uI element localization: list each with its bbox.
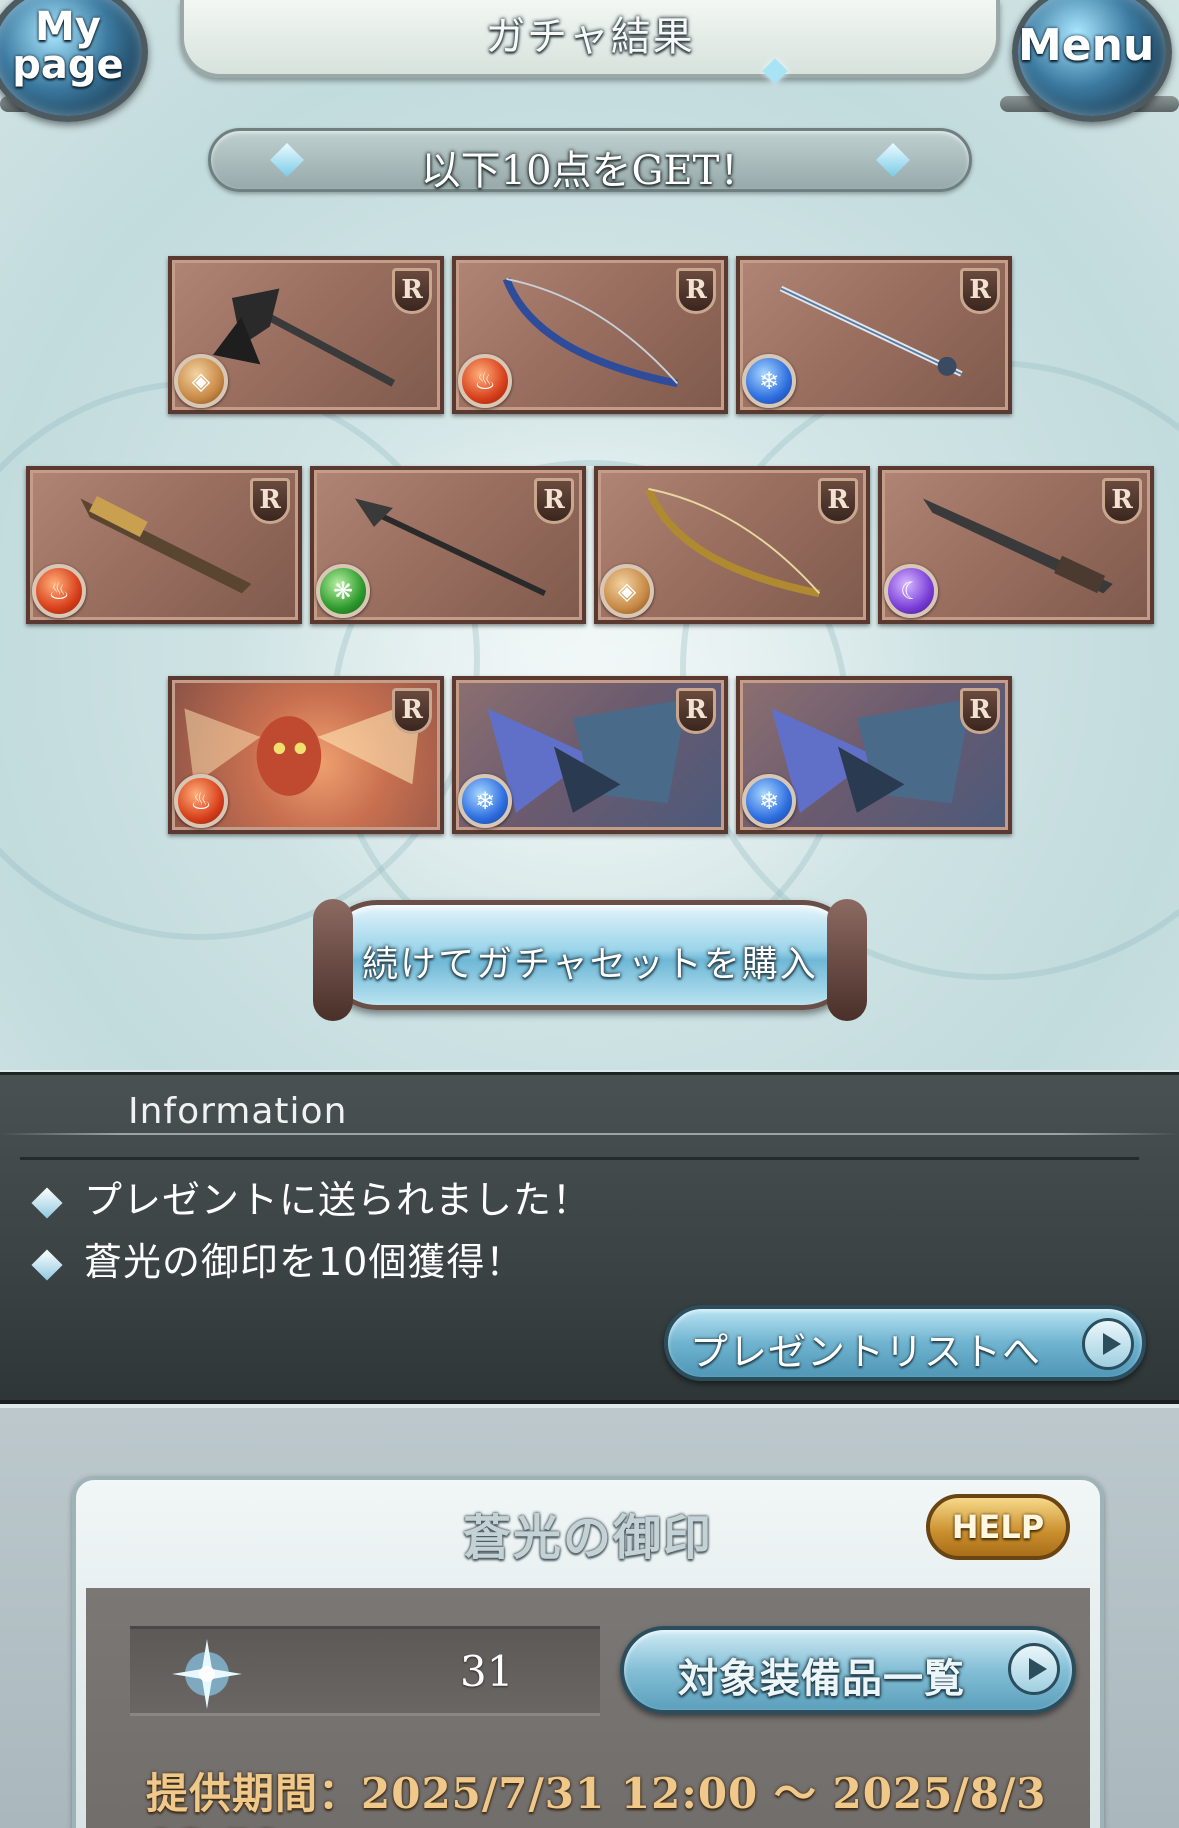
result-banner-text: 以下10点をGET！ xyxy=(420,148,760,194)
item-card-10[interactable]: R ❄ xyxy=(736,676,1012,834)
seal-count: 31 xyxy=(460,1647,514,1696)
header-bar: ガチャ結果 xyxy=(180,0,1000,84)
divider xyxy=(0,1133,1179,1135)
dark-element-icon: ☾ xyxy=(884,564,938,618)
present-list-button[interactable]: プレゼントリストへ xyxy=(664,1305,1146,1381)
seal-count-box: 31 xyxy=(130,1626,600,1716)
item-card-6[interactable]: R ◈ xyxy=(594,466,870,624)
play-arrow-icon xyxy=(1008,1643,1060,1695)
present-list-label: プレゼントリストへ xyxy=(690,1330,1042,1374)
item-card-4[interactable]: R ♨ xyxy=(26,466,302,624)
fire-element-icon: ♨ xyxy=(174,774,228,828)
header-gem-icon xyxy=(762,58,788,84)
rarity-badge: R xyxy=(250,478,290,524)
seal-details: 31 対象装備品一覧 提供期間：2025/7/31 12:00 〜 2025/8… xyxy=(86,1588,1090,1828)
rarity-badge: R xyxy=(1102,478,1142,524)
gacha-result-area: ガチャ結果 My page Menu 以下10点をGET！ R ◈ R ♨ R … xyxy=(0,0,1179,1070)
target-equipment-button[interactable]: 対象装備品一覧 xyxy=(620,1626,1076,1714)
info-message-text: プレゼントに送られました！ xyxy=(84,1178,592,1222)
item-card-3[interactable]: R ❄ xyxy=(736,256,1012,414)
availability-period: 提供期間：2025/7/31 12:00 〜 2025/8/3 18:59 xyxy=(146,1769,1047,1828)
rarity-badge: R xyxy=(960,268,1000,314)
seal-panel: 蒼光の御印 HELP 31 対象装備品一覧 提供期間：2025/7/31 12:… xyxy=(72,1476,1104,1828)
info-message: プレゼントに送られました！ xyxy=(31,1169,592,1224)
rarity-badge: R xyxy=(392,268,432,314)
item-card-5[interactable]: R ❋ xyxy=(310,466,586,624)
play-arrow-icon xyxy=(1082,1318,1134,1370)
earth-element-icon: ◈ xyxy=(174,354,228,408)
diamond-bullet-icon xyxy=(31,1248,63,1281)
information-title: Information xyxy=(128,1091,348,1132)
info-message-text: 蒼光の御印を10個獲得！ xyxy=(84,1240,525,1284)
item-card-7[interactable]: R ☾ xyxy=(878,466,1154,624)
mypage-button[interactable]: My page xyxy=(0,0,148,122)
item-card-2[interactable]: R ♨ xyxy=(452,256,728,414)
rarity-badge: R xyxy=(392,688,432,734)
menu-label: Menu xyxy=(1018,20,1155,71)
rarity-badge: R xyxy=(960,688,1000,734)
rarity-badge: R xyxy=(676,268,716,314)
water-element-icon: ❄ xyxy=(742,774,796,828)
seal-crystal-icon xyxy=(172,1639,242,1709)
target-equipment-label: 対象装備品一覧 xyxy=(678,1656,965,1702)
page-title: ガチャ結果 xyxy=(485,14,695,60)
information-panel: Information プレゼントに送られました！ 蒼光の御印を10個獲得！ プ… xyxy=(0,1072,1179,1404)
item-card-1[interactable]: R ◈ xyxy=(168,256,444,414)
water-element-icon: ❄ xyxy=(458,774,512,828)
mypage-label-page: page xyxy=(12,42,124,88)
divider xyxy=(20,1157,1139,1160)
result-banner: 以下10点をGET！ xyxy=(208,128,972,194)
diamond-bullet-icon xyxy=(31,1186,63,1219)
earth-element-icon: ◈ xyxy=(600,564,654,618)
item-card-8[interactable]: R ♨ xyxy=(168,676,444,834)
water-element-icon: ❄ xyxy=(742,354,796,408)
continue-gacha-button[interactable]: 続けてガチャセットを購入 xyxy=(313,899,867,1021)
info-message: 蒼光の御印を10個獲得！ xyxy=(31,1231,525,1286)
continue-gacha-label: 続けてガチャセットを購入 xyxy=(362,944,818,985)
fire-element-icon: ♨ xyxy=(32,564,86,618)
item-card-9[interactable]: R ❄ xyxy=(452,676,728,834)
rarity-badge: R xyxy=(676,688,716,734)
mypage-label-my: My xyxy=(35,4,101,50)
wind-element-icon: ❋ xyxy=(316,564,370,618)
rarity-badge: R xyxy=(534,478,574,524)
seal-area: 蒼光の御印 HELP 31 対象装備品一覧 提供期間：2025/7/31 12:… xyxy=(0,1408,1179,1828)
help-button[interactable]: HELP xyxy=(926,1494,1070,1560)
rarity-badge: R xyxy=(818,478,858,524)
fire-element-icon: ♨ xyxy=(458,354,512,408)
